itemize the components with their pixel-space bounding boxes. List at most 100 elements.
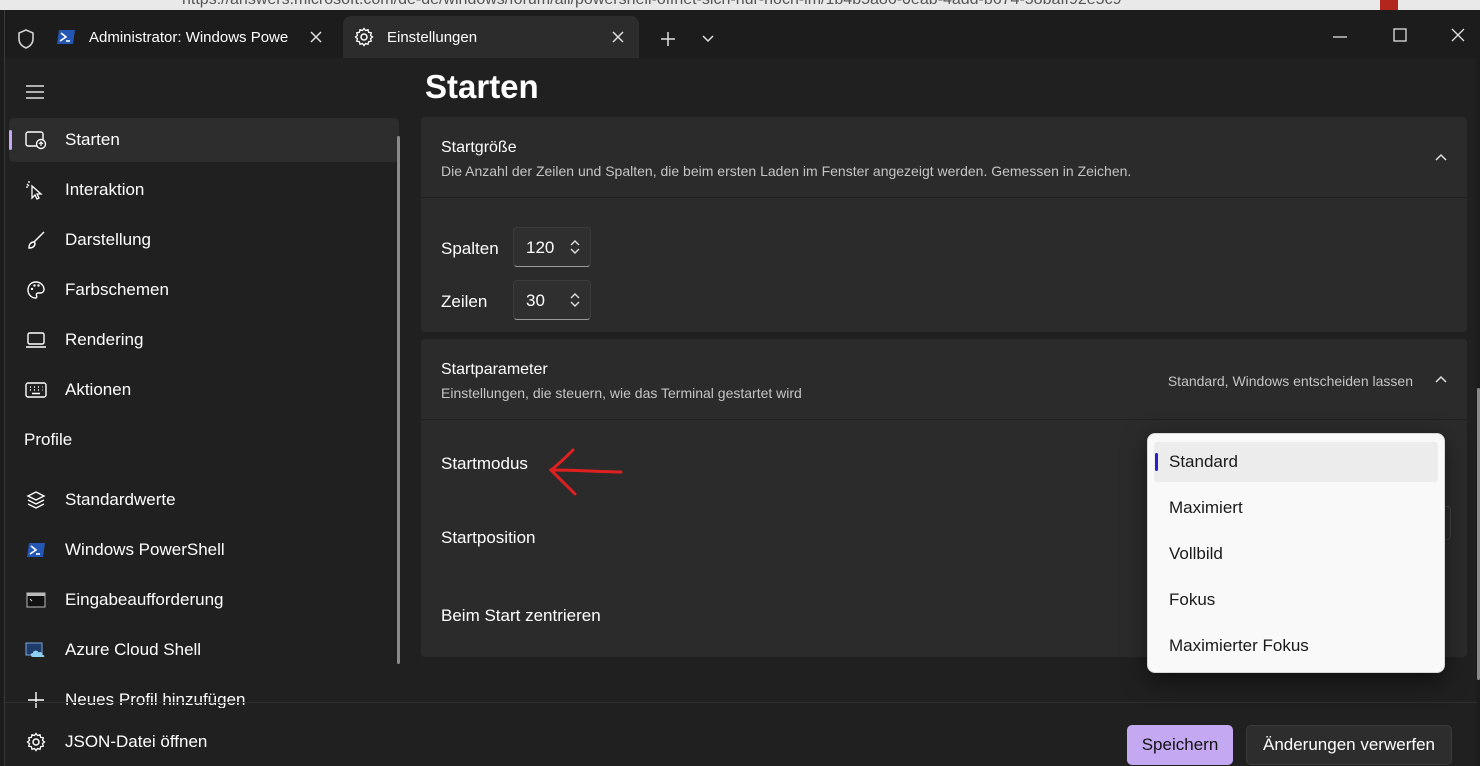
browser-url: https://answers.microsoft.com/de-de/wind… xyxy=(182,0,1121,9)
profiles-section-heading: Profile xyxy=(24,430,73,449)
new-tab-plus-icon[interactable] xyxy=(657,28,679,50)
powershell-icon xyxy=(25,539,47,561)
sidebar-item-label: Standardwerte xyxy=(65,490,176,509)
sidebar-item-label: Interaktion xyxy=(65,180,145,199)
card-separator xyxy=(421,419,1467,420)
sidebar-item-starten[interactable]: Starten xyxy=(9,118,399,162)
sidebar-item-rendering[interactable]: Rendering xyxy=(9,318,399,362)
hamburger-menu-icon[interactable] xyxy=(23,80,47,104)
cmd-icon xyxy=(25,589,47,611)
cursor-click-icon xyxy=(25,179,47,201)
palette-icon xyxy=(25,279,47,301)
shield-icon xyxy=(15,28,37,50)
chevron-down-icon[interactable] xyxy=(697,28,719,50)
center-on-launch-label: Beim Start zentrieren xyxy=(441,606,601,625)
sidebar-item-interaktion[interactable]: Interaktion xyxy=(9,168,399,212)
save-button[interactable]: Speichern xyxy=(1127,725,1233,765)
sidebar-item-label: Farbschemen xyxy=(65,280,169,299)
discard-changes-button[interactable]: Änderungen verwerfen xyxy=(1246,725,1452,765)
sidebar-item-label: Azure Cloud Shell xyxy=(65,640,202,659)
sidebar-item-eingabeaufforderung[interactable]: Eingabeaufforderung xyxy=(9,578,399,622)
footer-divider xyxy=(5,702,1477,703)
dropdown-option-standard[interactable]: Standard xyxy=(1154,442,1438,482)
rows-stepper[interactable]: 30 xyxy=(513,280,591,320)
sidebar-item-label: Rendering xyxy=(65,330,144,349)
card-summary: Standard, Windows entscheiden lassen xyxy=(1167,373,1413,389)
card-title: Startgröße xyxy=(441,139,517,156)
columns-label: Spalten xyxy=(441,239,499,258)
sidebar-item-aktionen[interactable]: Aktionen xyxy=(9,368,399,412)
sidebar-item-standardwerte[interactable]: Standardwerte xyxy=(9,478,399,522)
dropdown-option-maximierter-fokus[interactable]: Maximierter Fokus xyxy=(1154,626,1438,666)
sidebar-scrollbar[interactable] xyxy=(397,136,400,664)
option-label: Fokus xyxy=(1169,590,1216,609)
browser-extension-icon xyxy=(1380,0,1398,10)
gear-icon xyxy=(25,731,47,753)
card-separator xyxy=(421,197,1467,198)
tab-label: Einstellungen xyxy=(387,28,478,46)
launch-position-label: Startposition xyxy=(441,528,536,547)
startsize-header[interactable]: Startgröße Die Anzahl der Zeilen und Spa… xyxy=(421,117,1467,197)
chevron-up-icon[interactable] xyxy=(1433,371,1449,387)
close-icon[interactable] xyxy=(607,26,629,48)
minimize-icon[interactable] xyxy=(1327,24,1353,50)
window-close-icon[interactable] xyxy=(1445,22,1471,48)
spin-arrows-icon[interactable] xyxy=(568,238,582,256)
tab-label: Administrator: Windows PowerShell xyxy=(89,28,289,46)
card-description: Einstellungen, die steuern, wie das Term… xyxy=(441,385,802,401)
keyboard-icon xyxy=(25,379,47,401)
azure-cloud-icon xyxy=(25,639,47,661)
option-label: Vollbild xyxy=(1169,544,1223,563)
selection-indicator xyxy=(1155,453,1158,471)
page-title: Starten xyxy=(425,68,539,105)
startparams-header[interactable]: Startparameter Einstellungen, die steuer… xyxy=(421,339,1467,419)
launch-icon xyxy=(25,129,47,151)
selection-indicator xyxy=(9,130,12,150)
maximize-icon[interactable] xyxy=(1387,22,1413,48)
laptop-icon xyxy=(25,329,47,351)
sidebar-item-darstellung[interactable]: Darstellung xyxy=(9,218,399,262)
browser-address-strip: https://answers.microsoft.com/de-de/wind… xyxy=(0,0,1480,10)
sidebar-item-windows-powershell[interactable]: Windows PowerShell xyxy=(9,528,399,572)
dropdown-option-fokus[interactable]: Fokus xyxy=(1154,580,1438,620)
brush-icon xyxy=(25,229,47,251)
tab-powershell[interactable]: Administrator: Windows PowerShell xyxy=(45,16,337,58)
sidebar-item-farbschemen[interactable]: Farbschemen xyxy=(9,268,399,312)
sidebar-item-label: Neues Profil hinzufügen xyxy=(65,690,246,708)
chevron-up-icon[interactable] xyxy=(1433,149,1449,165)
spin-arrows-icon[interactable] xyxy=(568,291,582,309)
sidebar-item-label: Aktionen xyxy=(65,380,132,399)
rows-value[interactable]: 30 xyxy=(526,291,545,311)
launch-mode-dropdown[interactable]: Standard Maximiert Vollbild Fokus Maximi… xyxy=(1147,433,1445,673)
rows-label: Zeilen xyxy=(441,292,488,311)
tab-settings[interactable]: Einstellungen xyxy=(343,16,639,58)
option-label: Standard xyxy=(1169,452,1238,471)
open-json-file-item[interactable]: JSON-Datei öffnen xyxy=(9,720,399,764)
columns-value[interactable]: 120 xyxy=(526,238,554,258)
close-icon[interactable] xyxy=(305,26,327,48)
sidebar-item-label: Darstellung xyxy=(65,230,151,249)
sidebar-item-add-profile[interactable]: Neues Profil hinzufügen xyxy=(9,678,399,708)
card-title: Startparameter xyxy=(441,361,548,378)
card-description: Die Anzahl der Zeilen und Spalten, die b… xyxy=(441,163,1132,179)
powershell-icon xyxy=(55,26,77,48)
dropdown-option-maximiert[interactable]: Maximiert xyxy=(1154,488,1438,528)
launch-mode-label: Startmodus xyxy=(441,454,528,473)
plus-icon xyxy=(25,689,47,708)
sidebar-item-azure-cloud-shell[interactable]: Azure Cloud Shell xyxy=(9,628,399,672)
layers-icon xyxy=(25,489,47,511)
sidebar-item-label: Starten xyxy=(65,130,120,149)
option-label: Maximiert xyxy=(1169,498,1243,517)
title-bar: Administrator: Windows PowerShell Einste… xyxy=(5,10,1477,58)
sidebar-item-label: Windows PowerShell xyxy=(65,540,225,559)
columns-stepper[interactable]: 120 xyxy=(513,227,591,267)
sidebar-item-label: Eingabeaufforderung xyxy=(65,590,224,609)
startsize-card: Startgröße Die Anzahl der Zeilen und Spa… xyxy=(421,117,1467,332)
open-json-label: JSON-Datei öffnen xyxy=(65,732,208,751)
launch-position-control-edge xyxy=(1445,506,1451,540)
option-label: Maximierter Fokus xyxy=(1169,636,1309,655)
dropdown-option-vollbild[interactable]: Vollbild xyxy=(1154,534,1438,574)
annotation-arrow-icon xyxy=(548,448,623,496)
gear-icon xyxy=(353,26,375,48)
settings-sidebar: Starten Interaktion Darstellung Farbsche… xyxy=(5,58,407,708)
